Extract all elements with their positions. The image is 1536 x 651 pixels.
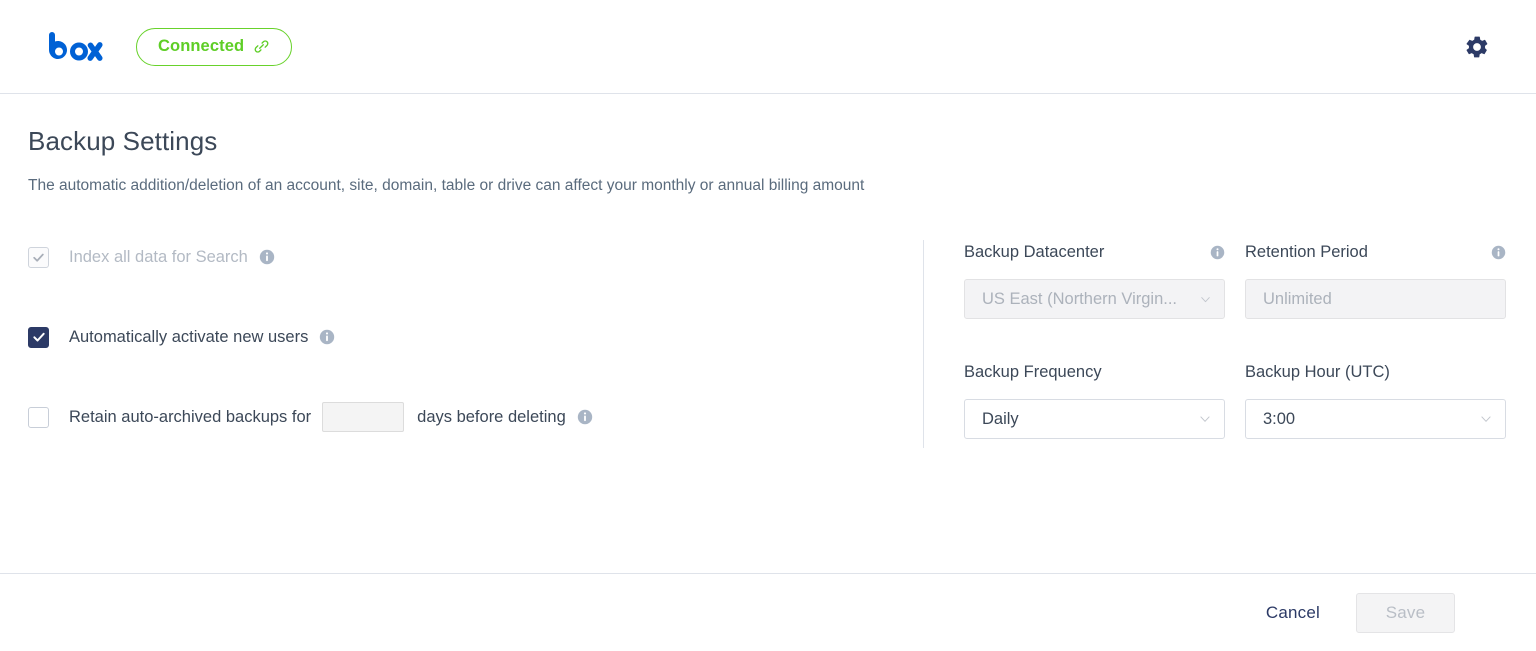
chevron-down-icon [1479,412,1493,426]
info-icon[interactable] [259,249,275,265]
chevron-down-icon [1198,412,1212,426]
field-retention-period: Retention Period Unlimited [1245,241,1506,319]
checkbox-auto-activate-users[interactable] [28,326,49,348]
info-icon[interactable] [1210,245,1225,260]
app-header: Connected [0,0,1536,94]
field-retention-period-head: Retention Period [1245,241,1506,263]
field-backup-hour-label: Backup Hour (UTC) [1245,362,1390,381]
chevron-down-icon [1199,293,1212,306]
info-icon[interactable] [577,409,593,425]
select-backup-hour-value: 3:00 [1263,409,1296,428]
box-logo[interactable] [48,25,110,69]
field-backup-frequency: Backup Frequency Daily [964,361,1225,439]
main-content: Backup Settings The automatic addition/d… [0,94,1536,573]
info-icon[interactable] [319,329,335,345]
field-backup-frequency-head: Backup Frequency [964,361,1225,383]
connection-status-badge[interactable]: Connected [136,27,293,66]
option-auto-activate-users: Automatically activate new users [28,323,923,351]
field-backup-frequency-label: Backup Frequency [964,362,1102,381]
save-button[interactable]: Save [1356,592,1455,633]
settings-grid: Index all data for Search Automatically … [28,240,1536,448]
select-backup-frequency-value: Daily [982,409,1019,428]
option-retain-auto-archived: Retain auto-archived backups for days be… [28,402,923,432]
page-title: Backup Settings [28,126,218,156]
info-icon[interactable] [1491,245,1506,260]
page-description: The automatic addition/deletion of an ac… [28,177,865,194]
select-backup-datacenter: US East (Northern Virgin... [964,279,1225,319]
select-backup-frequency[interactable]: Daily [964,399,1225,439]
link-icon [253,38,270,55]
input-retention-period-value: Unlimited [1263,289,1332,308]
field-row-2: Backup Frequency Daily Backup Hour (UTC) [964,361,1506,439]
checkbox-index-all-data [28,246,49,268]
field-backup-datacenter-head: Backup Datacenter [964,241,1225,263]
field-retention-period-label: Retention Period [1245,242,1368,261]
column-divider [923,240,924,448]
field-backup-hour: Backup Hour (UTC) 3:00 [1245,361,1506,439]
option-index-all-data-label: Index all data for Search [69,247,248,266]
field-backup-hour-head: Backup Hour (UTC) [1245,361,1506,383]
option-auto-activate-users-label: Automatically activate new users [69,327,309,346]
checkbox-options-column: Index all data for Search Automatically … [28,240,923,439]
checkbox-retain-auto-archived[interactable] [28,406,49,428]
select-backup-datacenter-value: US East (Northern Virgin... [982,289,1178,308]
retention-days-input[interactable] [322,402,405,432]
gear-icon[interactable] [1460,30,1494,64]
backup-config-column: Backup Datacenter US East (Northern Virg… [964,240,1506,439]
field-row-1: Backup Datacenter US East (Northern Virg… [964,241,1506,319]
action-footer: Cancel Save [0,573,1536,651]
option-index-all-data: Index all data for Search [28,243,923,271]
option-retain-auto-archived-suffix: days before deleting [417,407,566,426]
cancel-button[interactable]: Cancel [1262,597,1324,629]
field-backup-datacenter: Backup Datacenter US East (Northern Virg… [964,241,1225,319]
select-backup-hour[interactable]: 3:00 [1245,399,1506,439]
input-retention-period: Unlimited [1245,279,1506,319]
connection-status-label: Connected [158,37,245,55]
option-retain-auto-archived-label: Retain auto-archived backups for [69,407,312,426]
field-backup-datacenter-label: Backup Datacenter [964,242,1105,261]
